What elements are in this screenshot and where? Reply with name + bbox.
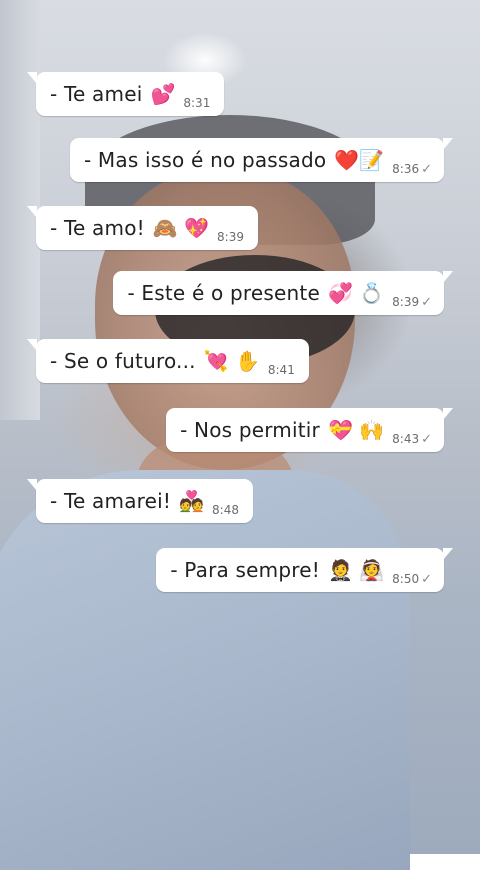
emoji-icon: ❤️📝: [334, 148, 385, 172]
read-check-icon: ✓: [421, 161, 432, 177]
message-bubble[interactable]: - Te amarei! 💑 8:48: [27, 479, 253, 523]
message-meta: 8:39: [217, 230, 246, 244]
message-bubble[interactable]: - Este é o presente 💞 💍 8:39 ✓: [113, 271, 453, 315]
read-check-icon: ✓: [421, 431, 432, 447]
emoji-icon: 🙈 💖: [152, 216, 210, 240]
emoji-icon: 💘 ✋: [203, 349, 260, 373]
message-time: 8:36: [392, 162, 420, 176]
message-time: 8:39: [217, 230, 244, 244]
message-bubble[interactable]: - Te amo! 🙈 💖 8:39: [27, 206, 258, 250]
message-time: 8:50: [392, 572, 420, 586]
chat-thread: - Te amei 💕 8:31 - Mas isso é no passado…: [0, 0, 480, 854]
message-bubble[interactable]: - Para sempre! 🤵 👰 8:50 ✓: [156, 548, 453, 592]
message-bubble[interactable]: - Te amei 💕 8:31: [26, 72, 225, 116]
message-text: - Te amo!: [50, 216, 145, 240]
message-text: - Este é o presente: [127, 281, 320, 305]
message-meta: 8:39 ✓: [392, 295, 432, 309]
emoji-icon: 💑: [179, 489, 205, 513]
message-text: - Mas isso é no passado: [83, 148, 327, 172]
message-time: 8:43: [392, 432, 420, 446]
read-check-icon: ✓: [421, 571, 432, 587]
message-text: - Te amei: [50, 82, 143, 106]
message-bubble[interactable]: - Se o futuro... 💘 ✋ 8:41: [27, 339, 309, 383]
read-check-icon: ✓: [421, 294, 432, 310]
message-text: - Se o futuro...: [50, 349, 196, 373]
message-time: 8:31: [183, 96, 211, 110]
message-meta: 8:31: [183, 96, 212, 110]
emoji-icon: 🤵 👰: [327, 558, 385, 582]
message-text: - Te amarei!: [50, 489, 172, 513]
message-meta: 8:36 ✓: [392, 162, 432, 176]
message-text: - Para sempre!: [170, 558, 320, 582]
emoji-icon: 💞 💍: [327, 281, 385, 305]
message-meta: 8:48: [212, 503, 241, 517]
message-text: - Nos permitir: [180, 418, 320, 442]
message-meta: 8:50 ✓: [392, 572, 432, 586]
emoji-icon: 💕: [150, 82, 176, 106]
message-bubble[interactable]: - Mas isso é no passado ❤️📝 8:36 ✓: [69, 138, 454, 182]
emoji-icon: 💝 🙌: [327, 418, 385, 442]
message-time: 8:48: [212, 503, 239, 517]
message-bubble[interactable]: - Nos permitir 💝 🙌 8:43 ✓: [166, 408, 453, 452]
message-time: 8:39: [392, 295, 420, 309]
message-meta: 8:41: [268, 363, 297, 377]
message-meta: 8:43 ✓: [392, 432, 432, 446]
message-time: 8:41: [267, 363, 295, 377]
